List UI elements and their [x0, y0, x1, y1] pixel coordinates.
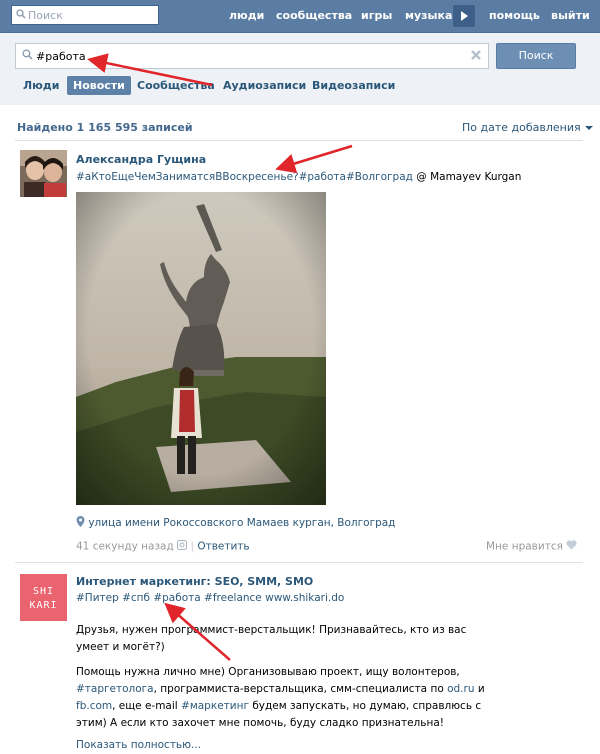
post-location[interactable]: улица имени Рокоссовского Мамаев курган,…	[76, 516, 395, 530]
search-input[interactable]: #работа	[15, 43, 489, 69]
reply-link[interactable]: Ответить	[197, 541, 249, 553]
search-query: #работа	[36, 50, 86, 63]
post-location-text: улица имени Рокоссовского Мамаев курган,…	[88, 517, 396, 529]
post-meta: 41 секунду назад | Ответить	[76, 540, 250, 553]
search-icon	[16, 9, 26, 22]
post-text: , программиста-верстальщика, смм-специал…	[153, 683, 448, 695]
top-search-input[interactable]: Поиск	[11, 5, 159, 25]
post-paragraph: Друзья, нужен программист-верстальщик! П…	[76, 624, 467, 653]
divider	[15, 140, 583, 141]
nav-communities[interactable]: сообщества	[276, 9, 352, 22]
post-text: Помощь нужна лично мне) Организовываю пр…	[76, 666, 460, 678]
sort-label: По дате добавления	[462, 121, 581, 134]
top-search-placeholder: Поиск	[28, 9, 63, 22]
top-bar: Поиск люди сообщества игры музыка помощь…	[0, 0, 600, 33]
tab-people[interactable]: Люди	[17, 76, 65, 95]
search-icon	[22, 49, 33, 63]
text-link[interactable]: od.ru	[447, 683, 474, 695]
text-link[interactable]: fb.com	[76, 700, 112, 712]
clear-icon[interactable]	[470, 49, 482, 64]
like-label: Мне нравится	[486, 540, 563, 553]
avatar[interactable]: SHI KARI	[20, 574, 67, 621]
post-paragraph: Помощь нужна лично мне) Организовываю пр…	[76, 664, 496, 732]
instagram-icon	[177, 540, 188, 553]
search-header: #работа Поиск Люди Новости Сообщества Ау…	[0, 33, 600, 105]
avatar-logo-text: SHI	[33, 586, 54, 597]
post-text: и	[474, 683, 485, 695]
post-hashtags-line: #Питер #спб #работа #freelance www.shika…	[76, 592, 344, 604]
show-more-link[interactable]: Показать полностью...	[76, 737, 496, 754]
divider	[15, 562, 583, 563]
tab-news[interactable]: Новости	[67, 76, 131, 95]
search-button[interactable]: Поиск	[496, 43, 576, 69]
tab-audio[interactable]: Аудиозаписи	[217, 76, 312, 95]
post-author[interactable]: Интернет маркетинг: SEO, SMM, SMO	[76, 575, 313, 588]
nav-music[interactable]: музыка	[405, 9, 452, 22]
post-place: @ Mamayev Kurgan	[416, 171, 522, 183]
post-hashtags[interactable]: #аКтоЕщеЧемЗаниматсяВВоскресенье?#работа…	[76, 171, 413, 183]
heart-icon	[566, 540, 577, 553]
post-photo[interactable]	[76, 192, 326, 505]
tab-communities[interactable]: Сообщества	[131, 76, 221, 95]
post-hashtags-line: #аКтоЕщеЧемЗаниматсяВВоскресенье?#работа…	[76, 171, 521, 183]
sort-dropdown[interactable]: По дате добавления	[462, 121, 593, 134]
nav-games[interactable]: игры	[361, 9, 392, 22]
post-text: , еще e-mail	[112, 700, 182, 712]
post-timestamp[interactable]: 41 секунду назад	[76, 541, 174, 553]
location-pin-icon	[76, 516, 85, 530]
annotation-arrow	[275, 144, 353, 174]
chevron-down-icon	[584, 121, 593, 134]
like-button[interactable]: Мне нравится	[486, 540, 577, 553]
post-hashtags[interactable]: #Питер #спб #работа #freelance	[76, 592, 262, 604]
nav-people[interactable]: люди	[229, 9, 264, 22]
post-link[interactable]: www.shikari.do	[265, 592, 344, 604]
hashtag-link[interactable]: #таргетолога	[76, 683, 154, 695]
music-play-button[interactable]	[453, 5, 475, 27]
nav-help[interactable]: помощь	[489, 9, 540, 22]
avatar[interactable]	[20, 150, 67, 197]
tab-video[interactable]: Видеозаписи	[306, 76, 401, 95]
svg-text:KARI: KARI	[29, 600, 57, 611]
hashtag-link[interactable]: #маркетинг	[181, 700, 249, 712]
nav-logout[interactable]: выйти	[551, 9, 590, 22]
play-icon	[461, 11, 468, 21]
post-author[interactable]: Александра Гущина	[76, 153, 206, 166]
results-count: Найдено 1 165 595 записей	[17, 121, 193, 134]
